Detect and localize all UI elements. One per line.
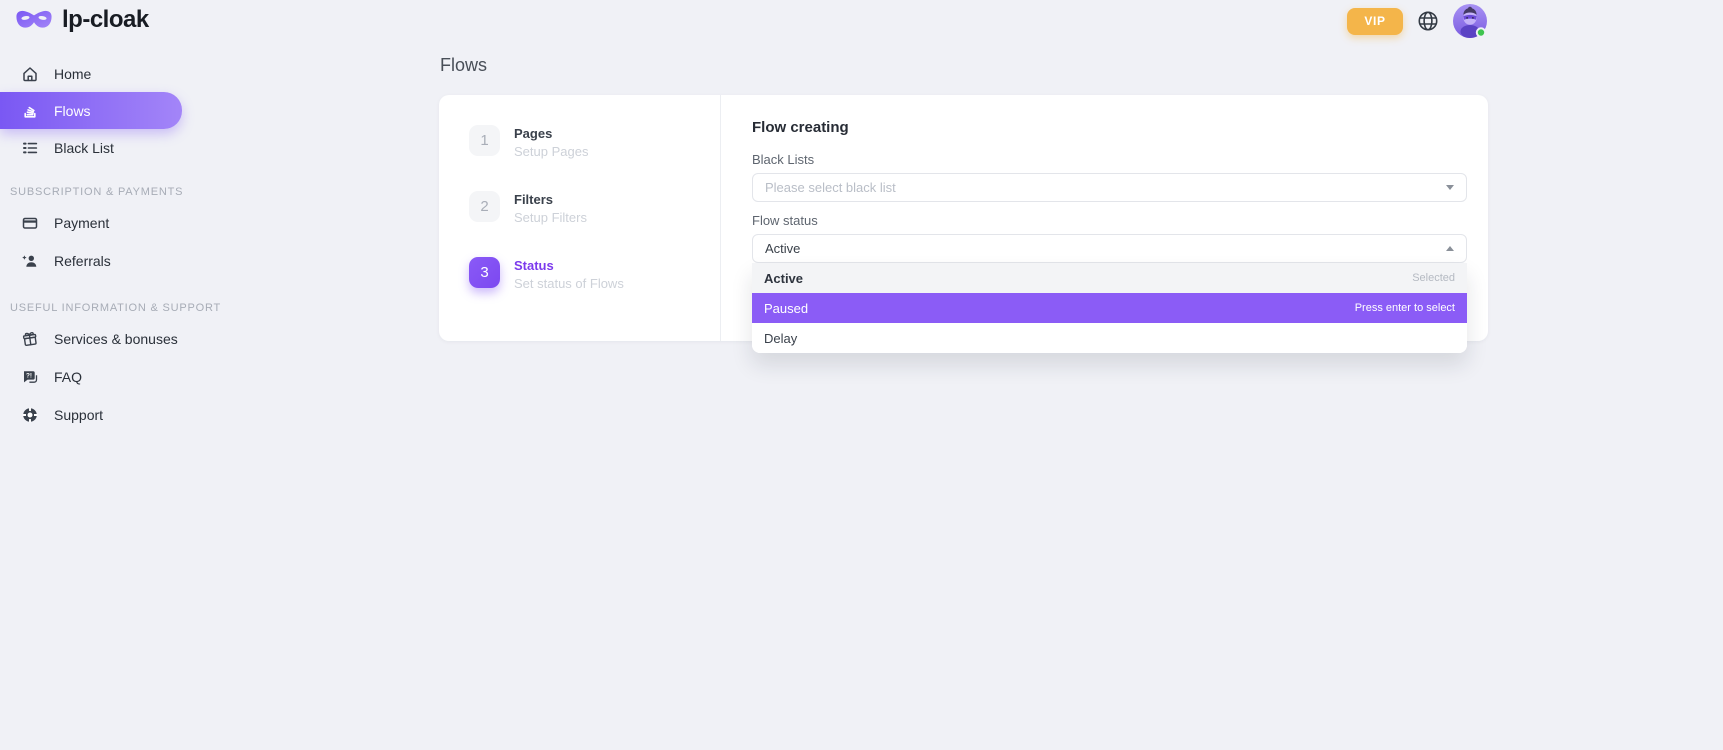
option-label: Delay (764, 331, 797, 346)
online-status-dot (1477, 28, 1485, 36)
app-logo[interactable]: lp-cloak (15, 6, 149, 34)
step-title: Pages (514, 126, 588, 141)
user-avatar[interactable] (1453, 4, 1487, 38)
step-subtitle: Setup Pages (514, 144, 588, 159)
black-lists-select[interactable]: Please select black list (752, 173, 1467, 202)
language-globe-icon[interactable] (1416, 9, 1440, 33)
step-filters[interactable]: 2 Filters Setup Filters (469, 191, 720, 225)
flow-status-label: Flow status (752, 213, 1467, 228)
flow-status-select[interactable]: Active (752, 234, 1467, 263)
step-number: 1 (469, 125, 500, 156)
option-active[interactable]: Active Selected (752, 263, 1467, 293)
step-subtitle: Setup Filters (514, 210, 587, 225)
sidebar-item-home[interactable]: Home (0, 55, 200, 92)
home-icon (21, 65, 39, 83)
sidebar-item-label: Home (54, 66, 91, 82)
black-lists-placeholder: Please select black list (765, 180, 896, 195)
sidebar: Home Flows Black List SUBSCRIPTION & PAY… (0, 55, 200, 434)
option-hint: Press enter to select (1355, 302, 1455, 314)
step-title: Filters (514, 192, 587, 207)
list-icon (21, 139, 39, 157)
black-lists-label: Black Lists (752, 152, 1467, 167)
brand-name: lp-cloak (62, 6, 149, 34)
vip-button[interactable]: VIP (1347, 8, 1403, 35)
option-label: Active (764, 271, 803, 286)
option-paused[interactable]: Paused Press enter to select (752, 293, 1467, 323)
sidebar-item-label: FAQ (54, 369, 82, 385)
step-status[interactable]: 3 Status Set status of Flows (469, 257, 720, 291)
sidebar-item-payment[interactable]: Payment (0, 204, 200, 242)
chevron-down-icon (1446, 185, 1454, 190)
header-actions: VIP (1347, 4, 1487, 38)
sidebar-item-support[interactable]: Support (0, 396, 200, 434)
flow-wizard-card: 1 Pages Setup Pages 2 Filters Setup Filt… (439, 95, 1488, 341)
chevron-up-icon (1446, 246, 1454, 251)
person-star-icon (21, 252, 39, 270)
chat-question-icon: ?! (21, 368, 39, 386)
section-label: USEFUL INFORMATION & SUPPORT (10, 302, 221, 314)
svg-text:?!: ?! (26, 373, 32, 380)
page-title: Flows (440, 55, 487, 76)
sidebar-item-flows[interactable]: Flows (0, 92, 182, 129)
step-pages[interactable]: 1 Pages Setup Pages (469, 125, 720, 159)
flows-stack-icon (21, 102, 39, 120)
option-delay[interactable]: Delay (752, 323, 1467, 353)
step-title: Status (514, 258, 624, 273)
step-number: 2 (469, 191, 500, 222)
step-subtitle: Set status of Flows (514, 276, 624, 291)
sidebar-item-label: Flows (54, 103, 91, 119)
credit-card-icon (21, 214, 39, 232)
flow-status-dropdown: Active Selected Paused Press enter to se… (752, 263, 1467, 353)
mask-logo-icon (15, 7, 53, 34)
sidebar-item-label: Support (54, 407, 103, 423)
sidebar-item-label: Payment (54, 215, 109, 231)
section-label: SUBSCRIPTION & PAYMENTS (10, 186, 183, 198)
flow-creating-form: Flow creating Black Lists Please select … (721, 95, 1488, 263)
sidebar-item-black-list[interactable]: Black List (0, 129, 200, 166)
sidebar-item-services[interactable]: Services & bonuses (0, 320, 200, 358)
sidebar-section-support: USEFUL INFORMATION & SUPPORT (0, 296, 200, 320)
sidebar-item-faq[interactable]: ?! FAQ (0, 358, 200, 396)
wizard-steps-panel: 1 Pages Setup Pages 2 Filters Setup Filt… (439, 95, 721, 341)
lifebuoy-icon (21, 406, 39, 424)
flow-status-value: Active (765, 241, 800, 256)
sidebar-section-subscription: SUBSCRIPTION & PAYMENTS (0, 180, 200, 204)
option-hint: Selected (1412, 272, 1455, 284)
sidebar-item-label: Black List (54, 140, 114, 156)
option-label: Paused (764, 301, 808, 316)
sidebar-item-referrals[interactable]: Referrals (0, 242, 200, 280)
sidebar-item-label: Referrals (54, 253, 111, 269)
gift-icon (21, 330, 39, 348)
form-title: Flow creating (752, 119, 1467, 136)
sidebar-item-label: Services & bonuses (54, 331, 178, 347)
step-number: 3 (469, 257, 500, 288)
